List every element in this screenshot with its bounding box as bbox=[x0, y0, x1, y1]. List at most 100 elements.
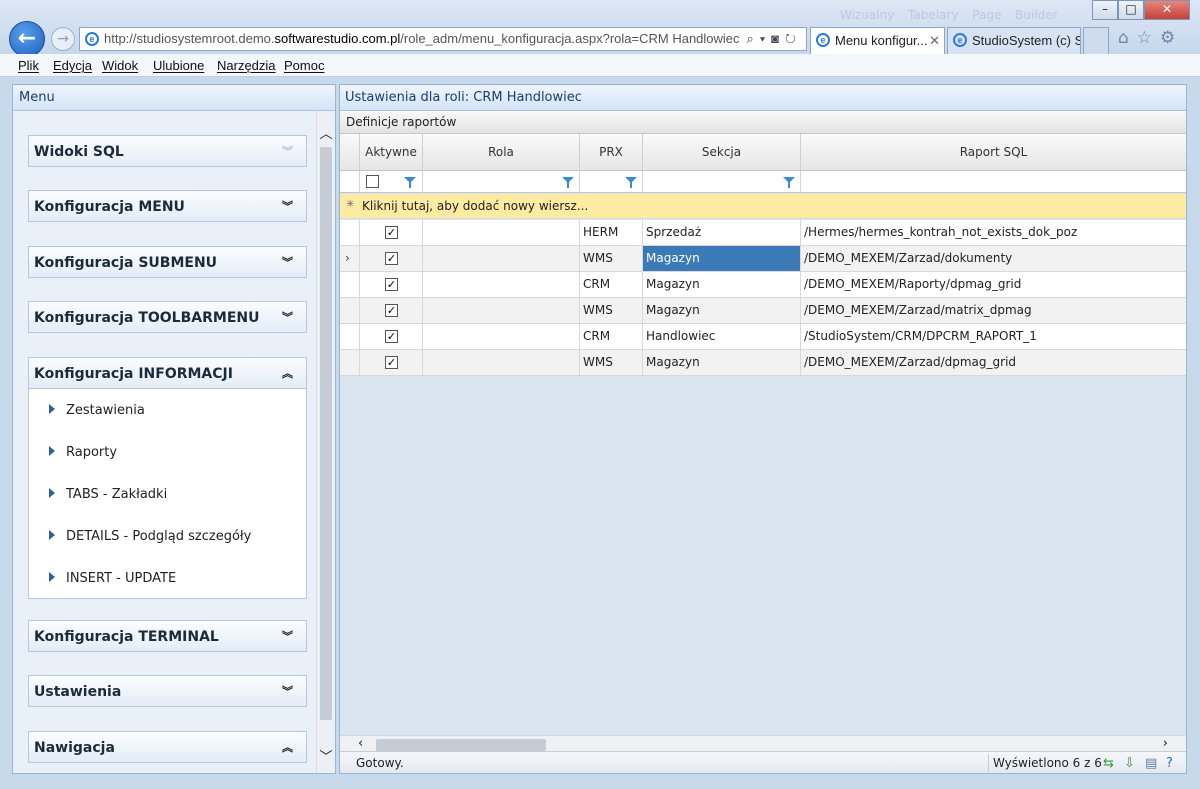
scroll-down-icon[interactable]: ﹀ bbox=[317, 746, 335, 765]
cell-prx[interactable]: WMS bbox=[580, 350, 643, 375]
window-minimize-button[interactable]: – bbox=[1092, 0, 1118, 20]
chevron-down-icon[interactable]: ︾ bbox=[282, 198, 293, 214]
scroll-up-icon[interactable]: ︿ bbox=[317, 123, 335, 142]
active-checkbox[interactable]: ✓ bbox=[385, 278, 398, 291]
cell-rola[interactable] bbox=[423, 272, 580, 297]
cell-raport-sql[interactable]: /DEMO_MEXEM/Zarzad/dokumenty bbox=[801, 246, 1186, 271]
cell-raport-sql[interactable]: /DEMO_MEXEM/Zarzad/dpmag_grid bbox=[801, 350, 1186, 375]
cell-raport-sql[interactable]: /Hermes/hermes_kontrah_not_exists_dok_po… bbox=[801, 220, 1186, 245]
cell-aktywne[interactable]: ✓ bbox=[360, 350, 423, 375]
cell-prx[interactable]: WMS bbox=[580, 298, 643, 323]
favorites-star-icon[interactable]: ☆ bbox=[1137, 28, 1160, 48]
scroll-right-icon[interactable]: › bbox=[1163, 736, 1168, 751]
export-icon[interactable]: ⇩ bbox=[1124, 756, 1135, 771]
header-rola[interactable]: Rola bbox=[423, 134, 580, 171]
cell-aktywne[interactable]: ✓ bbox=[360, 272, 423, 297]
menu-item-pomoc[interactable]: Pomoc bbox=[284, 58, 324, 73]
group-nawigacja[interactable]: Nawigacja ︽ bbox=[28, 731, 307, 763]
cell-prx[interactable]: CRM bbox=[580, 272, 643, 297]
table-row[interactable]: ✓ CRM Magazyn /DEMO_MEXEM/Raporty/dpmag_… bbox=[340, 272, 1186, 298]
group-konfiguracja-terminal[interactable]: Konfiguracja TERMINAL ︾ bbox=[28, 620, 307, 652]
cell-prx[interactable]: HERM bbox=[580, 220, 643, 245]
cell-rola[interactable] bbox=[423, 298, 580, 323]
table-row[interactable]: › ✓ WMS Magazyn /DEMO_MEXEM/Zarzad/dokum… bbox=[340, 246, 1186, 272]
cell-aktywne[interactable]: ✓ bbox=[360, 246, 423, 271]
new-tab-button[interactable] bbox=[1083, 27, 1109, 54]
chevron-up-icon[interactable]: ︽ bbox=[282, 365, 293, 381]
chevron-down-icon[interactable]: ︾ bbox=[282, 683, 293, 699]
filter-icon[interactable] bbox=[562, 177, 574, 188]
submenu-item-details[interactable]: DETAILS - Podgląd szczegóły bbox=[29, 515, 306, 557]
cell-aktywne[interactable]: ✓ bbox=[360, 220, 423, 245]
cell-sekcja[interactable]: Sprzedaż bbox=[643, 220, 801, 245]
tab-close-icon[interactable]: ✕ bbox=[929, 28, 940, 53]
filter-icon[interactable] bbox=[783, 177, 795, 188]
tab-menu-konfiguracja[interactable]: e Menu konfigur... ✕ bbox=[810, 27, 945, 54]
filter-raport-sql[interactable] bbox=[801, 171, 1186, 193]
filter-icon[interactable] bbox=[404, 177, 416, 188]
cell-sekcja[interactable]: Magazyn bbox=[643, 298, 801, 323]
filter-rola[interactable] bbox=[423, 171, 580, 193]
window-close-button[interactable]: ✕ bbox=[1144, 0, 1190, 20]
submenu-item-tabs[interactable]: TABS - Zakładki bbox=[29, 473, 306, 515]
address-tools-icons[interactable]: ⌕▾◙↻ bbox=[746, 28, 802, 50]
chevron-down-icon[interactable]: ︾ bbox=[282, 143, 293, 159]
cell-prx[interactable]: CRM bbox=[580, 324, 643, 349]
header-raport-sql[interactable]: Raport SQL bbox=[801, 134, 1186, 171]
group-konfiguracja-submenu[interactable]: Konfiguracja SUBMENU ︾ bbox=[28, 246, 307, 278]
scroll-left-icon[interactable]: ‹ bbox=[358, 736, 363, 751]
address-bar[interactable]: e http://studiosystemroot.demo.softwares… bbox=[79, 27, 807, 51]
add-new-row[interactable]: ✳ Kliknij tutaj, aby dodać nowy wiersz..… bbox=[340, 194, 1186, 219]
cell-sekcja[interactable]: Magazyn bbox=[643, 272, 801, 297]
print-icon[interactable]: ▤ bbox=[1145, 756, 1157, 771]
group-konfiguracja-informacji[interactable]: Konfiguracja INFORMACJI ︽ bbox=[28, 357, 307, 389]
table-row[interactable]: ✓ WMS Magazyn /DEMO_MEXEM/Zarzad/dpmag_g… bbox=[340, 350, 1186, 376]
chevron-down-icon[interactable]: ︾ bbox=[282, 628, 293, 644]
menu-item-plik[interactable]: Plik bbox=[18, 58, 39, 73]
filter-checkbox[interactable] bbox=[366, 175, 379, 188]
cell-sekcja[interactable]: Magazyn bbox=[643, 350, 801, 375]
header-aktywne[interactable]: Aktywne bbox=[360, 134, 423, 171]
home-icon[interactable]: ⌂ bbox=[1118, 28, 1137, 48]
cell-rola[interactable] bbox=[423, 220, 580, 245]
left-vertical-scrollbar[interactable]: ︿ ﹀ bbox=[316, 111, 335, 773]
cell-prx[interactable]: WMS bbox=[580, 246, 643, 271]
cell-aktywne[interactable]: ✓ bbox=[360, 324, 423, 349]
table-row[interactable]: ✓ CRM Handlowiec /StudioSystem/CRM/DPCRM… bbox=[340, 324, 1186, 350]
filter-icon[interactable] bbox=[625, 177, 637, 188]
submenu-item-insert-update[interactable]: INSERT - UPDATE bbox=[29, 557, 306, 599]
group-konfiguracja-toolbarmenu[interactable]: Konfiguracja TOOLBARMENU ︾ bbox=[28, 301, 307, 333]
cell-rola[interactable] bbox=[423, 324, 580, 349]
menu-item-ulubione[interactable]: Ulubione bbox=[153, 58, 204, 73]
browser-tools[interactable]: ⌂☆⚙ bbox=[1118, 28, 1183, 48]
scroll-thumb[interactable] bbox=[376, 739, 546, 751]
cell-raport-sql[interactable]: /StudioSystem/CRM/DPCRM_RAPORT_1 bbox=[801, 324, 1186, 349]
header-sekcja[interactable]: Sekcja bbox=[643, 134, 801, 171]
cell-raport-sql[interactable]: /DEMO_MEXEM/Raporty/dpmag_grid bbox=[801, 272, 1186, 297]
back-icon[interactable]: ← bbox=[9, 21, 45, 57]
cell-raport-sql[interactable]: /DEMO_MEXEM/Zarzad/matrix_dpmag bbox=[801, 298, 1186, 323]
chevron-down-icon[interactable]: ︾ bbox=[282, 309, 293, 325]
menu-item-edycja[interactable]: Edycja bbox=[53, 58, 92, 73]
refresh-icon[interactable]: ⇆ bbox=[1103, 756, 1114, 771]
table-row[interactable]: ✓ HERM Sprzedaż /Hermes/hermes_kontrah_n… bbox=[340, 220, 1186, 246]
window-maximize-button[interactable]: □ bbox=[1118, 0, 1144, 20]
group-konfiguracja-menu[interactable]: Konfiguracja MENU ︾ bbox=[28, 190, 307, 222]
filter-sekcja[interactable] bbox=[643, 171, 801, 193]
filter-aktywne[interactable] bbox=[360, 171, 423, 193]
group-ustawienia[interactable]: Ustawienia ︾ bbox=[28, 675, 307, 707]
active-checkbox[interactable]: ✓ bbox=[385, 304, 398, 317]
active-checkbox[interactable]: ✓ bbox=[385, 252, 398, 265]
menu-item-widok[interactable]: Widok bbox=[102, 58, 138, 73]
cell-rola[interactable] bbox=[423, 246, 580, 271]
filter-prx[interactable] bbox=[580, 171, 643, 193]
active-checkbox[interactable]: ✓ bbox=[385, 330, 398, 343]
forward-icon[interactable]: → bbox=[51, 27, 75, 51]
active-checkbox[interactable]: ✓ bbox=[385, 226, 398, 239]
gear-icon[interactable]: ⚙ bbox=[1160, 28, 1183, 48]
cell-aktywne[interactable]: ✓ bbox=[360, 298, 423, 323]
submenu-item-zestawienia[interactable]: Zestawienia bbox=[29, 389, 306, 431]
table-row[interactable]: ✓ WMS Magazyn /DEMO_MEXEM/Zarzad/matrix_… bbox=[340, 298, 1186, 324]
chevron-down-icon[interactable]: ︾ bbox=[282, 254, 293, 270]
cell-sekcja[interactable]: Handlowiec bbox=[643, 324, 801, 349]
